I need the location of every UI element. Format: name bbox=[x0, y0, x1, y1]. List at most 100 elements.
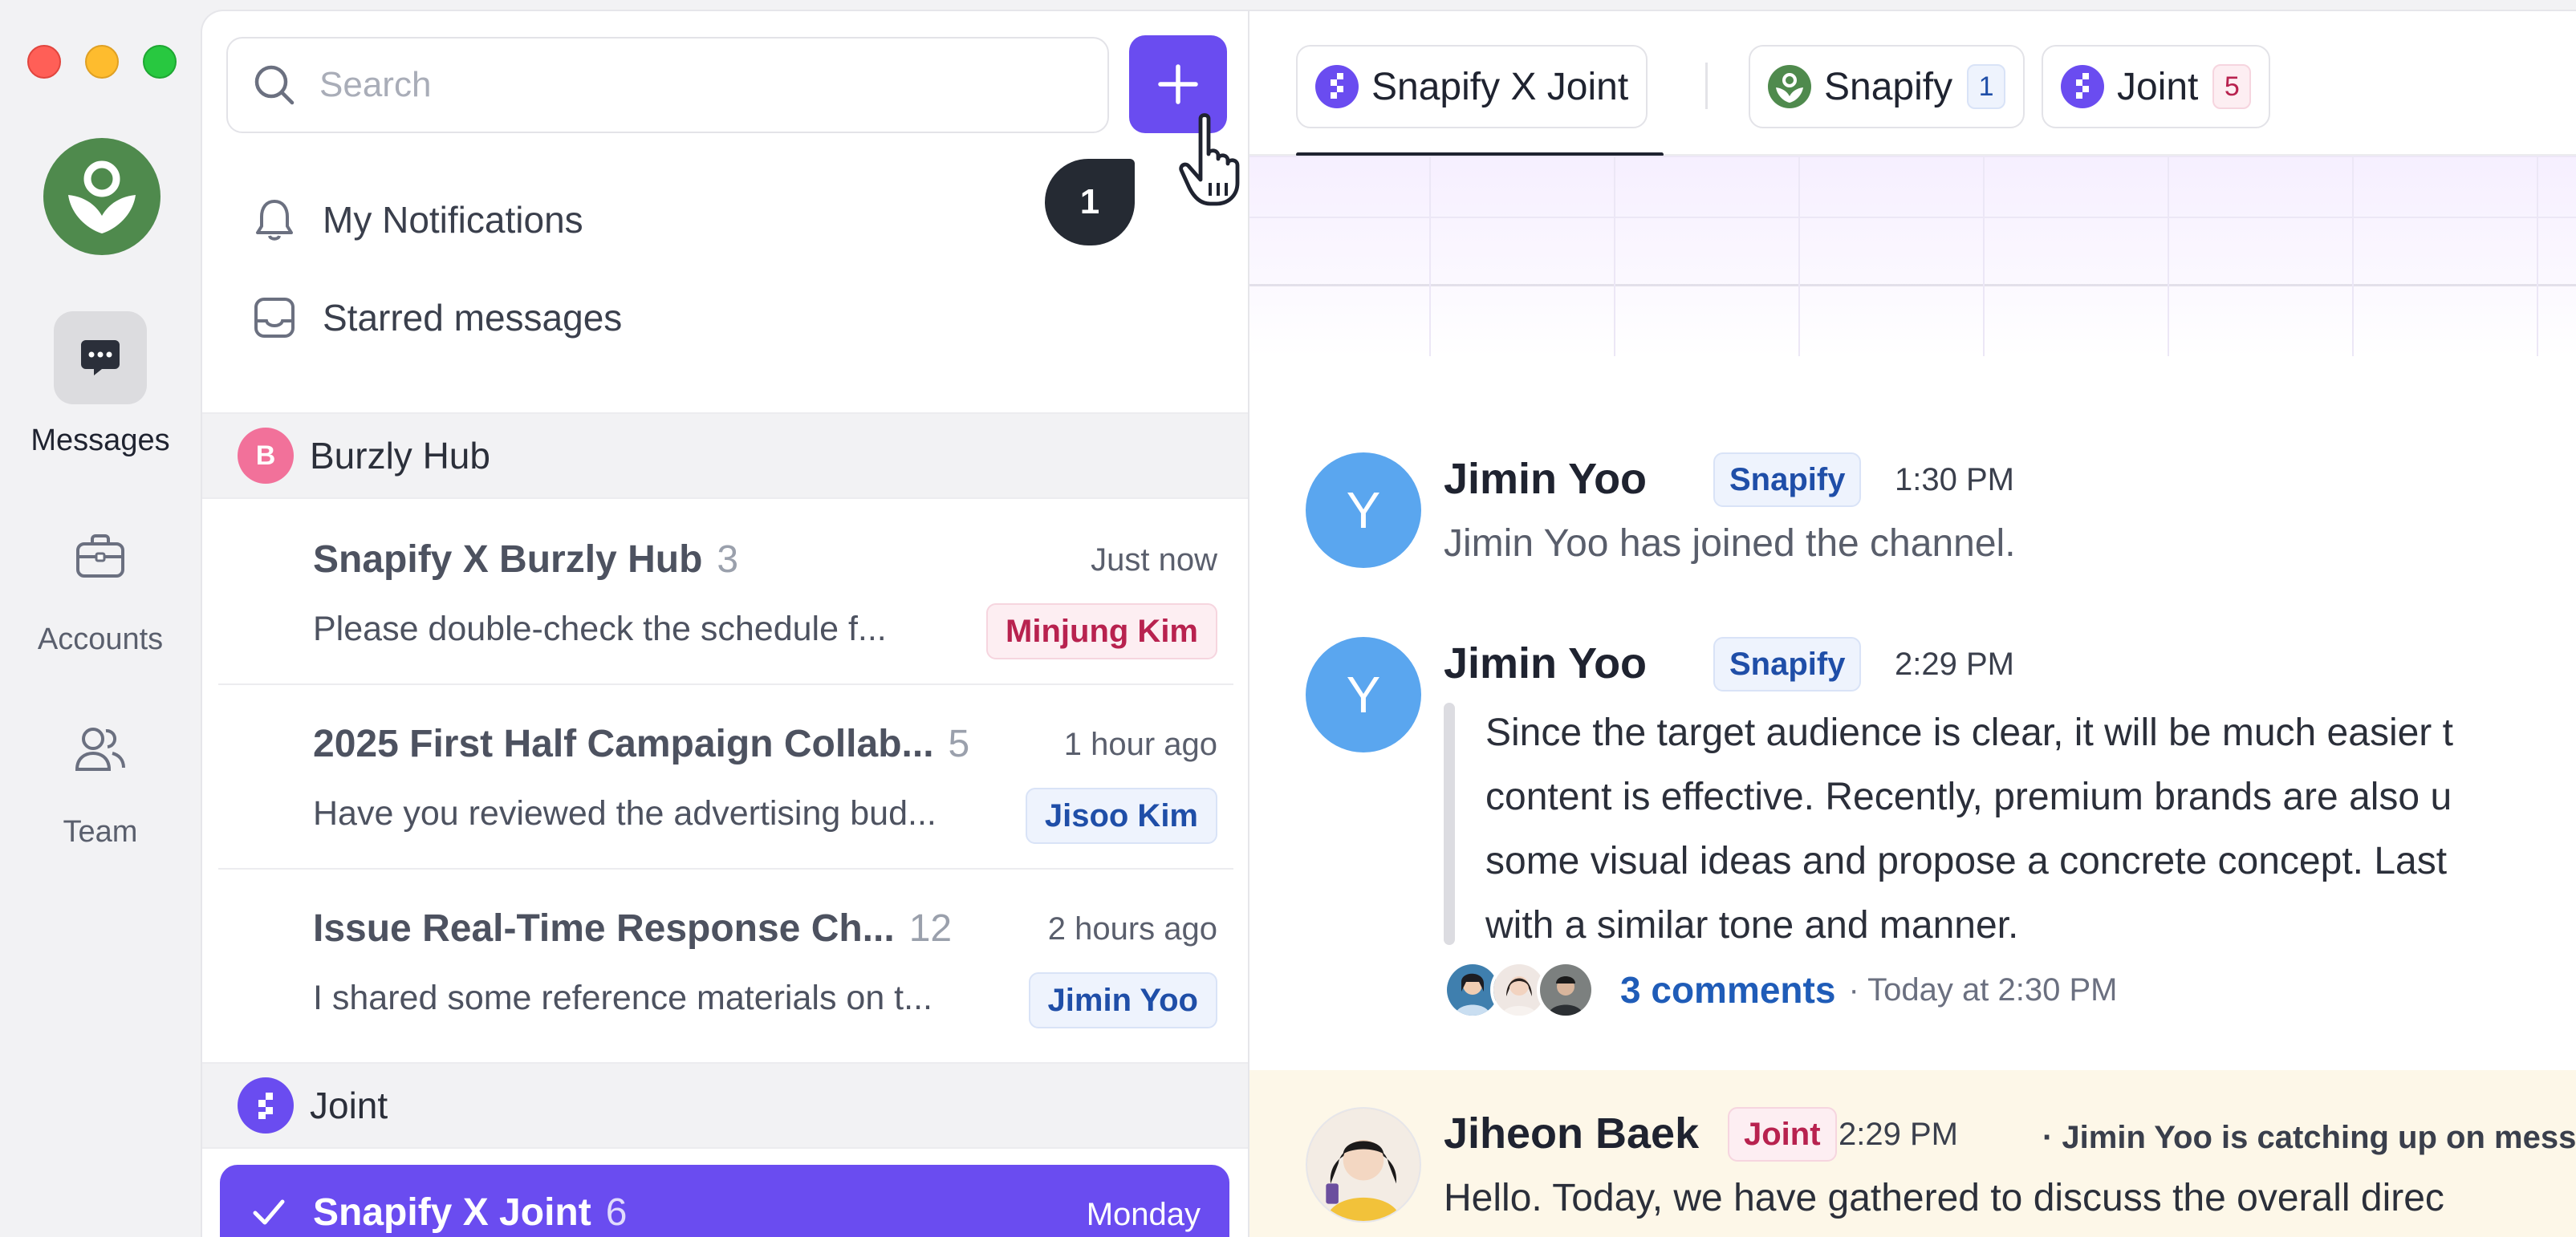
group-name: Burzly Hub bbox=[310, 435, 490, 477]
team-icon bbox=[54, 703, 147, 796]
sender-name[interactable]: Jimin Yoo bbox=[1444, 639, 1647, 688]
org-badge: Joint bbox=[1728, 1107, 1837, 1162]
message-line: some visual ideas and propose a concrete… bbox=[1485, 840, 2448, 882]
joint-logo-icon bbox=[1315, 65, 1359, 108]
message-line: Since the target audience is clear, it w… bbox=[1485, 712, 2453, 754]
joint-logo-icon bbox=[2061, 65, 2104, 108]
conversation-time: 2 hours ago bbox=[1047, 911, 1217, 947]
notification-count-badge: 1 bbox=[1045, 159, 1135, 245]
group-header-burzly-hub[interactable]: B Burzly Hub bbox=[202, 412, 1248, 499]
conversation-title: Issue Real-Time Response Ch... bbox=[313, 907, 895, 950]
tab-joint[interactable]: Joint 5 bbox=[2042, 45, 2271, 128]
conversation-list-panel: Search 1 My Notifications Starred messag… bbox=[201, 10, 1248, 1237]
inbox-icon bbox=[250, 295, 299, 340]
rail-item-messages[interactable]: Messages bbox=[0, 311, 201, 458]
unread-count: 12 bbox=[908, 907, 953, 950]
tab-divider bbox=[1705, 63, 1708, 109]
maximize-window-button[interactable] bbox=[143, 45, 177, 79]
sender-tag: Jimin Yoo bbox=[1028, 972, 1217, 1028]
conversation-preview: Please double-check the schedule f... bbox=[313, 610, 887, 648]
channel-tabs: Snapify X Joint Snapify 1 Joint 5 bbox=[1249, 11, 2576, 156]
conversation-item[interactable]: 2025 First Half Campaign Collab... 5 1 ho… bbox=[218, 685, 1233, 870]
sender-tag: Minjung Kim bbox=[986, 603, 1217, 659]
message-body: Since the target audience is clear, it w… bbox=[1485, 701, 2453, 958]
conversation-time: Just now bbox=[1091, 542, 1217, 578]
rail-label: Accounts bbox=[37, 623, 164, 656]
snapify-logo-icon bbox=[1768, 65, 1811, 108]
conversation-title: Snapify X Joint bbox=[313, 1191, 591, 1234]
menu-item-label: Starred messages bbox=[323, 297, 623, 339]
rail-item-accounts[interactable]: Accounts bbox=[0, 510, 201, 657]
menu-item-label: My Notifications bbox=[323, 199, 583, 241]
tab-label: Snapify X Joint bbox=[1371, 65, 1629, 108]
org-badge: Snapify bbox=[1713, 637, 1862, 692]
message-body: Hello. Today, we have gathered to discus… bbox=[1444, 1177, 2444, 1219]
group-header-joint[interactable]: Joint bbox=[202, 1062, 1248, 1149]
org-badge: Snapify bbox=[1713, 452, 1862, 507]
commenter-avatar bbox=[1537, 961, 1595, 1019]
nav-rail: Messages Accounts Team bbox=[0, 0, 201, 1237]
plus-icon bbox=[1158, 64, 1198, 104]
group-name: Joint bbox=[310, 1085, 388, 1126]
search-input[interactable]: Search bbox=[226, 37, 1109, 133]
menu-item-my-notifications[interactable]: My Notifications bbox=[250, 197, 583, 242]
tab-snapify-x-joint[interactable]: Snapify X Joint bbox=[1296, 45, 1648, 128]
thread-summary[interactable]: 3 comments · Today at 2:30 PM bbox=[1444, 961, 2117, 1019]
sender-name[interactable]: Jimin Yoo bbox=[1444, 454, 1647, 504]
tab-unread-count: 1 bbox=[1967, 64, 2006, 109]
avatar[interactable] bbox=[1306, 1107, 1421, 1223]
conversation-item[interactable]: Issue Real-Time Response Ch... 12 2 hours… bbox=[218, 870, 1233, 1054]
search-icon bbox=[254, 65, 295, 105]
joint-logo-icon bbox=[238, 1077, 294, 1134]
conversation-preview: Have you reviewed the advertising bud... bbox=[313, 794, 937, 833]
message-line: content is effective. Recently, premium … bbox=[1485, 776, 2452, 818]
message-time: 2:29 PM bbox=[1895, 647, 2014, 682]
avatar[interactable]: Y bbox=[1306, 452, 1421, 568]
tab-snapify[interactable]: Snapify 1 bbox=[1749, 45, 2025, 128]
quote-bar bbox=[1444, 703, 1455, 945]
conversation-item-selected[interactable]: Snapify X Joint 6 Monday bbox=[220, 1165, 1229, 1237]
tab-label: Snapify bbox=[1824, 65, 1953, 108]
conversation-preview: I shared some reference materials on t..… bbox=[313, 979, 932, 1017]
conversation-time: Monday bbox=[1086, 1197, 1201, 1232]
read-status-note: · Jimin Yoo is catching up on messag bbox=[2042, 1120, 2576, 1155]
sender-name[interactable]: Jiheon Baek bbox=[1444, 1109, 1699, 1158]
conversation-title: 2025 First Half Campaign Collab... bbox=[313, 723, 934, 765]
app-window: Messages Accounts Team Search 1 My Notif… bbox=[0, 0, 2576, 1237]
rail-item-team[interactable]: Team bbox=[0, 703, 201, 850]
bell-icon bbox=[250, 197, 299, 242]
chat-panel: Snapify X Joint Snapify 1 Joint 5 Y Jimi… bbox=[1248, 10, 2576, 1237]
message-body: Jimin Yoo has joined the channel. bbox=[1444, 522, 2016, 565]
comments-time: · Today at 2:30 PM bbox=[1848, 971, 2118, 1008]
sender-tag: Jisoo Kim bbox=[1025, 788, 1217, 844]
message-line: with a similar tone and manner. bbox=[1485, 904, 2019, 947]
hand-cursor-icon bbox=[1179, 113, 1240, 206]
check-icon bbox=[253, 1199, 285, 1225]
comments-link[interactable]: 3 comments bbox=[1620, 968, 1835, 1012]
avatar[interactable]: Y bbox=[1306, 637, 1421, 752]
message-time: 2:29 PM bbox=[1839, 1117, 1958, 1152]
channel-banner bbox=[1249, 156, 2576, 356]
workspace-logo-icon[interactable] bbox=[43, 138, 160, 255]
unread-count: 5 bbox=[948, 723, 970, 765]
message-time: 1:30 PM bbox=[1895, 462, 2014, 497]
message-item: Y Jimin Yoo Snapify 1:30 PM Jimin Yoo ha… bbox=[1306, 452, 2558, 573]
message-item: Y Jimin Yoo Snapify 2:29 PM Since the ta… bbox=[1306, 637, 2558, 1038]
unread-count: 3 bbox=[717, 538, 739, 581]
group-avatar: B bbox=[238, 428, 294, 484]
conversation-title: Snapify X Burzly Hub bbox=[313, 538, 703, 581]
search-placeholder: Search bbox=[319, 65, 432, 104]
tab-unread-count: 5 bbox=[2212, 64, 2252, 109]
tab-label: Joint bbox=[2117, 65, 2199, 108]
rail-label: Messages bbox=[30, 424, 170, 457]
unread-count: 6 bbox=[605, 1191, 628, 1234]
briefcase-icon bbox=[54, 510, 147, 603]
close-window-button[interactable] bbox=[27, 45, 61, 79]
minimize-window-button[interactable] bbox=[85, 45, 119, 79]
conversation-time: 1 hour ago bbox=[1063, 727, 1217, 762]
rail-label: Team bbox=[63, 815, 138, 849]
conversation-item[interactable]: Snapify X Burzly Hub 3 Just now Please do… bbox=[218, 501, 1233, 685]
chat-bubble-icon bbox=[54, 311, 147, 404]
menu-item-starred-messages[interactable]: Starred messages bbox=[250, 295, 622, 340]
message-item: Jiheon Baek Joint 2:29 PM · Jimin Yoo is… bbox=[1306, 1107, 2576, 1237]
